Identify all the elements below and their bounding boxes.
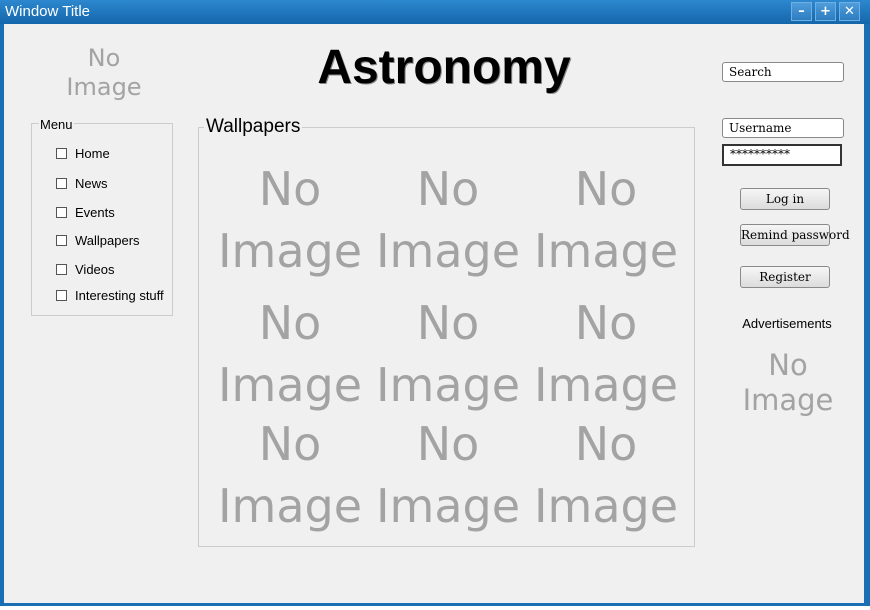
menu-item-label: News [75, 176, 108, 191]
password-field[interactable]: ********** [722, 144, 842, 166]
menu-item-label: Wallpapers [75, 233, 140, 248]
wallpaper-thumbnail[interactable]: No Image [526, 413, 686, 537]
advertisements-label: Advertisements [742, 316, 832, 331]
placeholder-line1: No [574, 162, 638, 216]
wallpapers-legend: Wallpapers [204, 116, 303, 138]
menu-checkbox[interactable] [56, 207, 67, 218]
placeholder-line1: No [258, 417, 322, 471]
register-button[interactable]: Register [740, 266, 830, 288]
search-input[interactable]: Search [722, 62, 844, 82]
menu-checkbox[interactable] [56, 290, 67, 301]
placeholder-line2: Image [217, 224, 363, 278]
logo-image-placeholder: No Image [54, 44, 154, 102]
placeholder-line1: No [258, 296, 322, 350]
placeholder-line2: Image [217, 358, 363, 412]
ads-placeholder-line2: Image [742, 382, 834, 417]
placeholder-line1: No [416, 417, 480, 471]
placeholder-line2: Image [533, 479, 679, 533]
maximize-icon: + [820, 4, 831, 19]
close-button[interactable]: ✕ [839, 2, 860, 21]
menu-checkbox[interactable] [56, 148, 67, 159]
menu-item-label: Home [75, 146, 110, 161]
menu-checkbox[interactable] [56, 178, 67, 189]
logo-placeholder-line2: Image [66, 72, 142, 101]
app-window: Window Title – + ✕ No Image Astronomy Me… [0, 0, 870, 606]
wallpaper-thumbnail[interactable]: No Image [368, 158, 528, 282]
page-title: Astronomy [317, 41, 571, 94]
title-bar[interactable]: Window Title – + ✕ [0, 0, 870, 24]
wallpaper-thumbnail[interactable]: No Image [526, 158, 686, 282]
wallpaper-thumbnail[interactable]: No Image [210, 413, 370, 537]
menu-item-label: Videos [75, 262, 115, 277]
placeholder-line1: No [258, 162, 322, 216]
wallpaper-thumbnail[interactable]: No Image [210, 292, 370, 416]
placeholder-line1: No [416, 296, 480, 350]
wallpaper-thumbnail[interactable]: No Image [210, 158, 370, 282]
placeholder-line1: No [416, 162, 480, 216]
wallpaper-thumbnail[interactable]: No Image [526, 292, 686, 416]
page-content: No Image Astronomy Menu Home News Events… [4, 24, 864, 603]
menu-item-label: Interesting stuff [75, 288, 164, 303]
logo-placeholder-line1: No [87, 44, 121, 72]
wallpaper-thumbnail[interactable]: No Image [368, 292, 528, 416]
placeholder-line2: Image [217, 479, 363, 533]
wallpaper-thumbnail[interactable]: No Image [368, 413, 528, 537]
placeholder-line1: No [574, 417, 638, 471]
menu-checkbox[interactable] [56, 264, 67, 275]
maximize-button[interactable]: + [815, 2, 836, 21]
close-icon: ✕ [844, 4, 855, 19]
minimize-icon: – [798, 4, 805, 19]
menu-legend: Menu [39, 117, 74, 132]
advertisement-image-placeholder[interactable]: No Image [734, 348, 842, 418]
placeholder-line2: Image [375, 224, 521, 278]
minimize-button[interactable]: – [791, 2, 812, 21]
menu-checkbox[interactable] [56, 235, 67, 246]
placeholder-line2: Image [375, 479, 521, 533]
placeholder-line2: Image [375, 358, 521, 412]
placeholder-line2: Image [533, 358, 679, 412]
username-field[interactable]: Username [722, 118, 844, 138]
remind-password-button[interactable]: Remind password [740, 224, 850, 246]
window-title: Window Title [5, 3, 91, 20]
menu-item-label: Events [75, 205, 115, 220]
login-button[interactable]: Log in [740, 188, 830, 210]
placeholder-line1: No [574, 296, 638, 350]
ads-placeholder-line1: No [768, 348, 808, 382]
placeholder-line2: Image [533, 224, 679, 278]
